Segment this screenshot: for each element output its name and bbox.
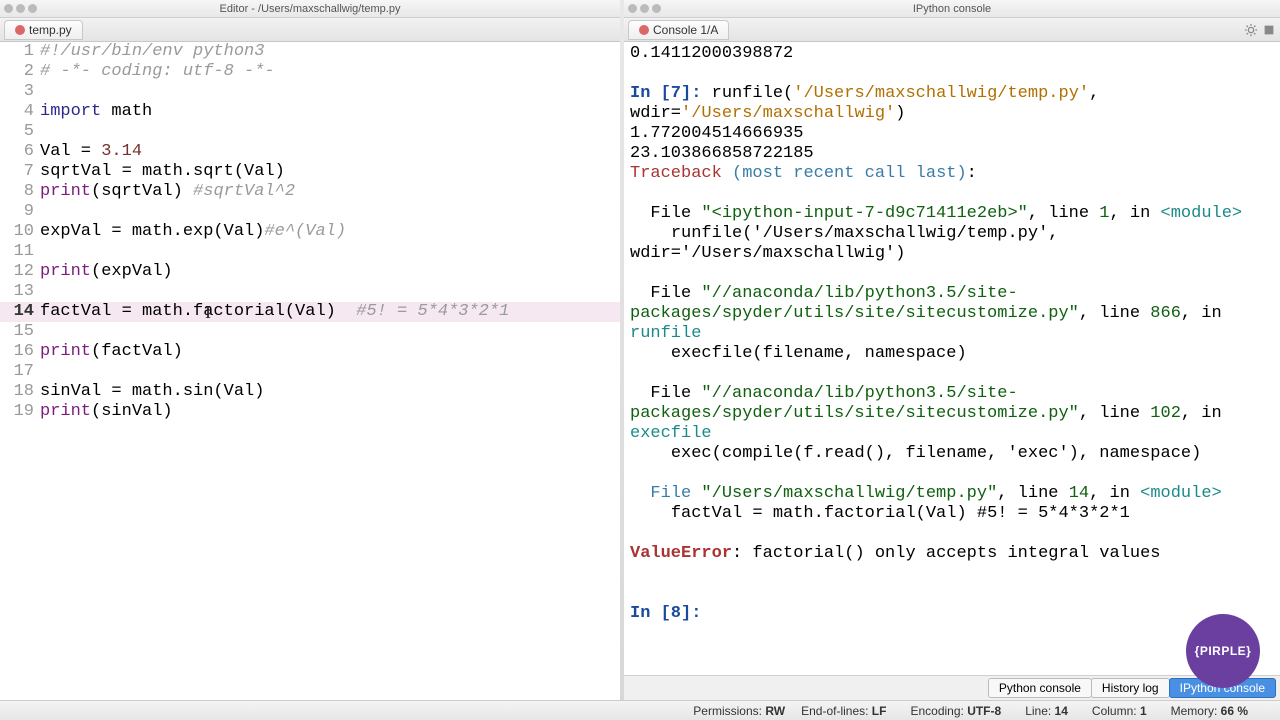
- editor-tabbar: temp.py: [0, 18, 620, 42]
- code-line[interactable]: 13: [0, 282, 620, 302]
- status-eol: End-of-lines: LF: [801, 704, 886, 718]
- code-line[interactable]: 2# -*- coding: utf-8 -*-: [0, 62, 620, 82]
- code-line[interactable]: 19print(sinVal): [0, 402, 620, 422]
- editor-tab[interactable]: temp.py: [4, 20, 83, 40]
- window-controls[interactable]: [4, 4, 37, 13]
- console-tab[interactable]: Console 1/A: [628, 20, 729, 40]
- status-memory: Memory: 66 %: [1171, 704, 1248, 718]
- close-icon[interactable]: [639, 25, 649, 35]
- code-line[interactable]: 1#!/usr/bin/env python3: [0, 42, 620, 62]
- pirple-badge: {PIRPLE}: [1186, 614, 1260, 688]
- code-line[interactable]: 15: [0, 322, 620, 342]
- console-tabbar: Console 1/A: [624, 18, 1280, 42]
- code-editor[interactable]: 1#!/usr/bin/env python32# -*- coding: ut…: [0, 42, 620, 700]
- console-pane: IPython console Console 1/A 0.1411200039…: [624, 0, 1280, 700]
- status-line: Line: 14: [1025, 704, 1068, 718]
- console-tab-label: Console 1/A: [653, 23, 718, 37]
- status-encoding: Encoding: UTF-8: [910, 704, 1001, 718]
- code-line[interactable]: 10expVal = math.exp(Val)#e^(Val): [0, 222, 620, 242]
- close-icon[interactable]: [15, 25, 25, 35]
- code-line[interactable]: 11: [0, 242, 620, 262]
- editor-tab-label: temp.py: [29, 23, 72, 37]
- code-line[interactable]: 9: [0, 202, 620, 222]
- status-bar: Permissions: RW End-of-lines: LF Encodin…: [0, 700, 1280, 720]
- console-bottom-tabs: Python console History log IPython conso…: [624, 675, 1280, 700]
- status-column: Column: 1: [1092, 704, 1147, 718]
- tab-history-log[interactable]: History log: [1091, 678, 1170, 698]
- code-line[interactable]: 4import math: [0, 102, 620, 122]
- gear-icon[interactable]: [1244, 23, 1258, 37]
- code-line[interactable]: 16print(factVal): [0, 342, 620, 362]
- code-line[interactable]: 5: [0, 122, 620, 142]
- console-titlebar: IPython console: [624, 0, 1280, 18]
- code-line[interactable]: 17: [0, 362, 620, 382]
- status-permissions: Permissions: RW: [693, 704, 785, 718]
- window-controls[interactable]: [628, 4, 661, 13]
- editor-title: Editor - /Users/maxschallwig/temp.py: [220, 3, 401, 15]
- code-line[interactable]: 6Val = 3.14: [0, 142, 620, 162]
- tab-python-console[interactable]: Python console: [988, 678, 1092, 698]
- code-line[interactable]: 12print(expVal): [0, 262, 620, 282]
- code-line[interactable]: 18sinVal = math.sin(Val): [0, 382, 620, 402]
- editor-pane: Editor - /Users/maxschallwig/temp.py tem…: [0, 0, 620, 700]
- console-title: IPython console: [913, 3, 991, 15]
- code-line[interactable]: 3: [0, 82, 620, 102]
- editor-titlebar: Editor - /Users/maxschallwig/temp.py: [0, 0, 620, 18]
- code-line[interactable]: 14factVal = math.factorial(Val) #5! = 5*…: [0, 302, 620, 322]
- console-output[interactable]: 0.14112000398872In [7]: runfile('/Users/…: [624, 42, 1280, 675]
- code-line[interactable]: 7sqrtVal = math.sqrt(Val): [0, 162, 620, 182]
- code-line[interactable]: 8print(sqrtVal) #sqrtVal^2: [0, 182, 620, 202]
- stop-icon[interactable]: [1262, 23, 1276, 37]
